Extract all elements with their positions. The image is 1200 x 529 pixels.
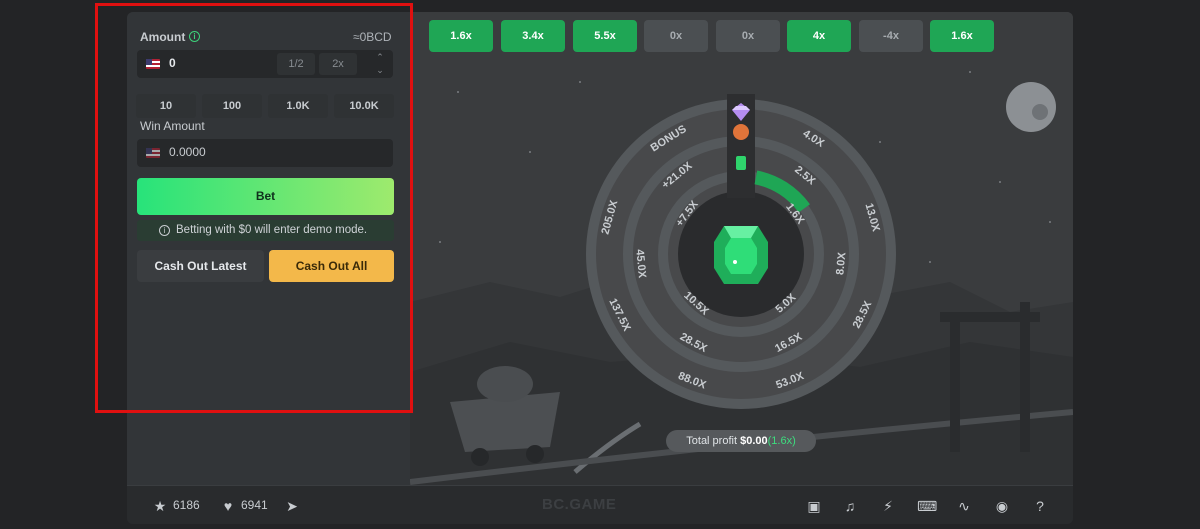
- history-item: 1.6x: [429, 20, 493, 52]
- fairness-icon[interactable]: ◉: [993, 498, 1011, 514]
- history-item: 3.4x: [501, 20, 565, 52]
- layout-icon[interactable]: ▣: [805, 498, 823, 514]
- multiplier-wheel: 4.0X13.0X28.5X53.0X88.0X137.5X205.0XBONU…: [586, 94, 896, 409]
- star-icon[interactable]: ★: [151, 498, 169, 514]
- heart-icon[interactable]: ♥: [219, 498, 237, 514]
- history-item: 5.5x: [573, 20, 637, 52]
- star-count: 6186: [173, 498, 200, 512]
- chart-icon[interactable]: ∿: [955, 498, 973, 514]
- moon-icon: [1006, 82, 1056, 132]
- total-profit-label: Total profit: [686, 435, 738, 447]
- brand-logo: BC.GAME: [542, 496, 617, 513]
- help-icon[interactable]: ?: [1031, 498, 1049, 514]
- small-emerald-icon: [736, 156, 746, 170]
- wheel-label: 8.0X: [834, 251, 848, 275]
- history-item: 4x: [787, 20, 851, 52]
- heart-count: 6941: [241, 498, 268, 512]
- total-profit-pill: Total profit $0.00(1.6x): [666, 430, 816, 452]
- footer: ★ 6186 ♥ 6941 ➤ BC.GAME ▣ ♫ ⚡ ⌨ ∿ ◉ ?: [127, 485, 1073, 524]
- emerald-icon: [714, 226, 768, 284]
- history-item: 0x: [644, 20, 708, 52]
- game-area: 1.6x 3.4x 5.5x 0x 0x 4x -4x 1.6x 4.0X 13.…: [410, 12, 1073, 485]
- history-item: 1.6x: [930, 20, 994, 52]
- total-profit-amount: $0.00: [740, 435, 768, 447]
- highlight-frame: [95, 3, 413, 413]
- telegram-icon[interactable]: ➤: [283, 498, 301, 514]
- sound-icon[interactable]: ♫: [841, 498, 859, 514]
- history-item: -4x: [859, 20, 923, 52]
- keyboard-icon[interactable]: ⌨: [917, 498, 937, 514]
- ruby-icon: [733, 124, 749, 140]
- history-item: 0x: [716, 20, 780, 52]
- lightning-icon[interactable]: ⚡: [879, 498, 897, 514]
- total-profit-multiplier: (1.6x): [767, 435, 796, 447]
